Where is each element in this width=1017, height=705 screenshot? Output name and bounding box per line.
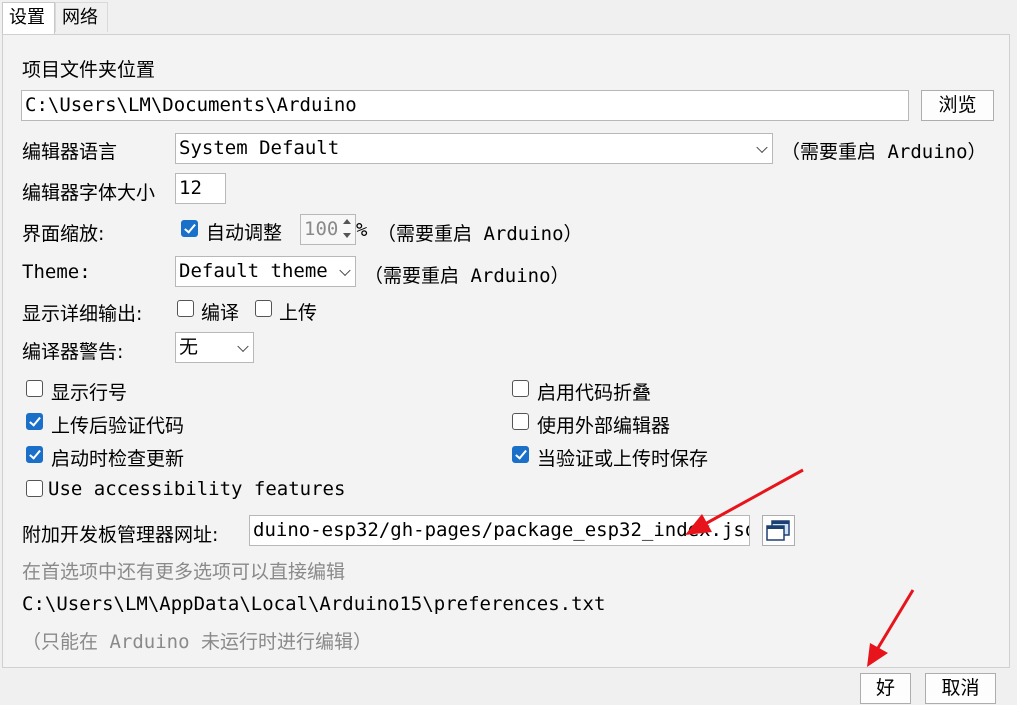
annotation-arrow-url: [685, 468, 804, 535]
annotation-arrow-ok: [867, 589, 915, 667]
annotation-overlay: [685, 468, 915, 667]
